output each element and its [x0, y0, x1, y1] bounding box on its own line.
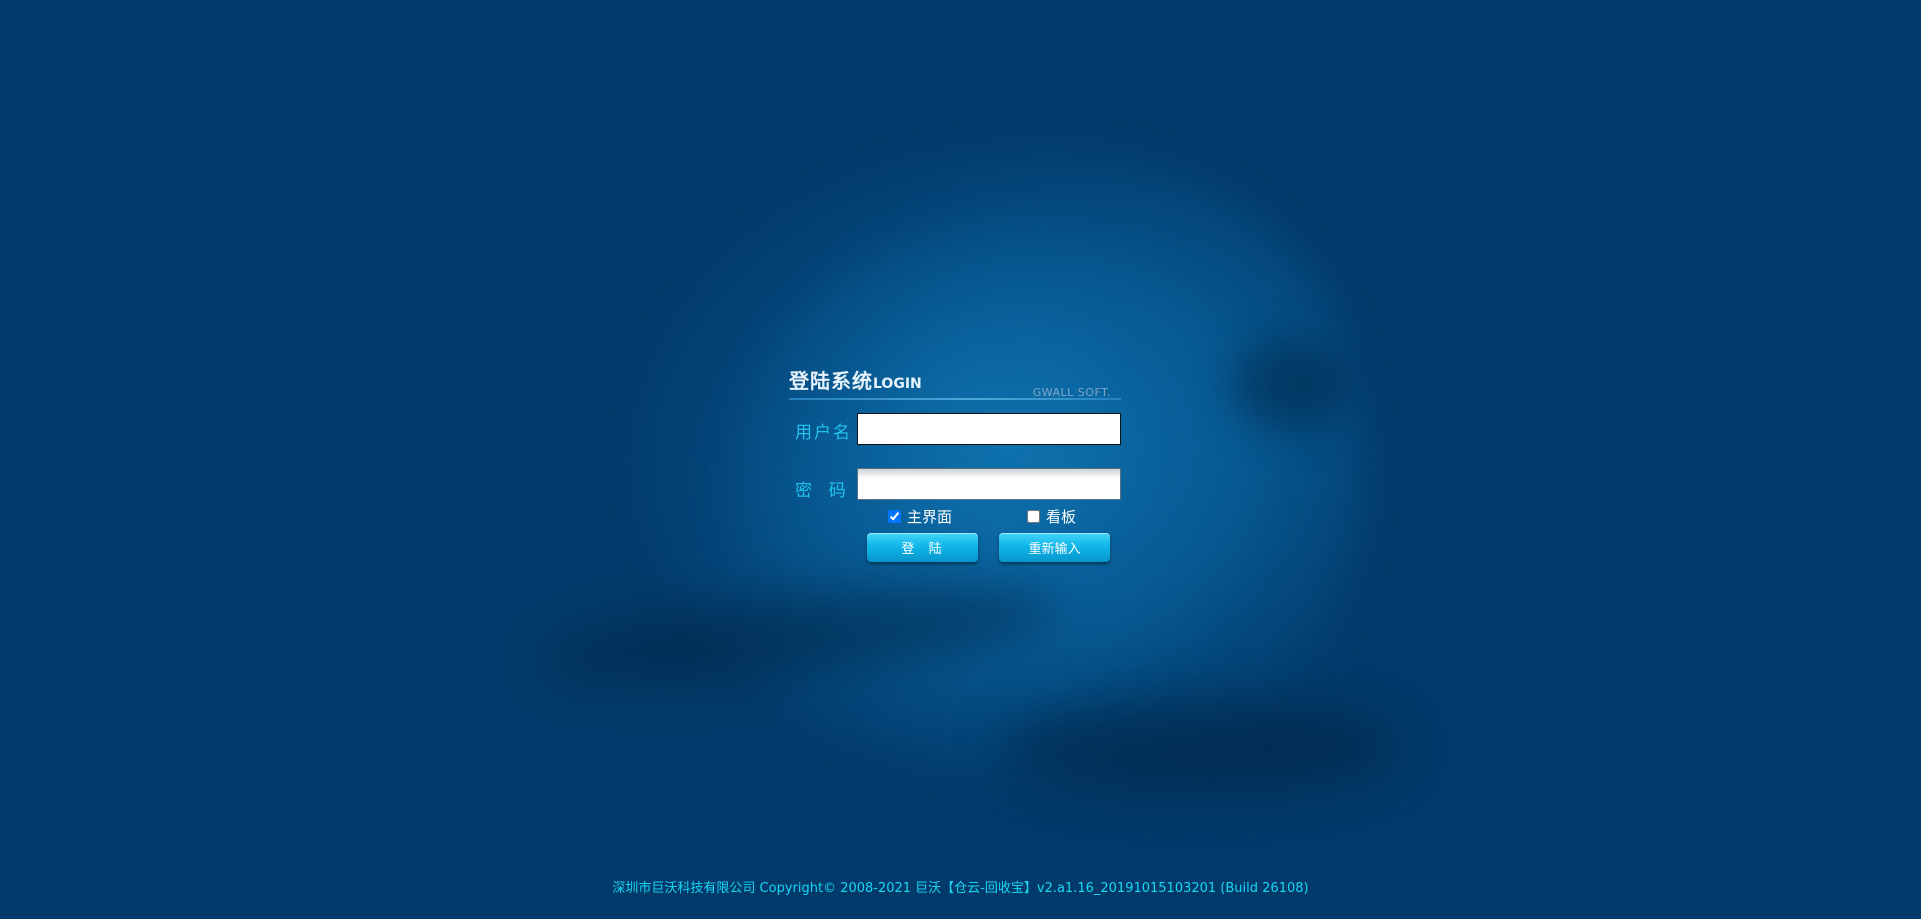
copyright-footer: 深圳市巨沃科技有限公司 Copyright© 2008-2021 巨沃【仓云-回…: [612, 881, 1309, 896]
login-title: 登陆系统LOGIN: [789, 365, 922, 394]
background-shadow: [1000, 700, 1400, 795]
dashboard-option[interactable]: 看板: [1027, 506, 1076, 527]
login-title-en: LOGIN: [873, 376, 922, 392]
password-input[interactable]: [857, 468, 1121, 500]
title-divider: [789, 398, 1121, 400]
dashboard-checkbox[interactable]: [1027, 510, 1040, 523]
main-interface-checkbox[interactable]: [888, 510, 901, 523]
login-title-cn: 登陆系统: [789, 369, 873, 393]
main-interface-option[interactable]: 主界面: [888, 506, 952, 527]
login-page: 登陆系统LOGIN GWALL SOFT. 用户名 密 码 主界面 看板 登 陆…: [0, 0, 1921, 919]
background-shadow: [1230, 340, 1350, 430]
username-label: 用户名: [795, 423, 852, 443]
login-button[interactable]: 登 陆: [867, 533, 978, 562]
password-label: 密 码: [795, 481, 848, 501]
reset-button[interactable]: 重新输入: [999, 533, 1110, 562]
username-input[interactable]: [857, 413, 1121, 445]
main-interface-label: 主界面: [907, 508, 953, 526]
login-panel: 登陆系统LOGIN GWALL SOFT. 用户名 密 码 主界面 看板 登 陆…: [789, 360, 1121, 570]
dashboard-label: 看板: [1046, 508, 1077, 526]
